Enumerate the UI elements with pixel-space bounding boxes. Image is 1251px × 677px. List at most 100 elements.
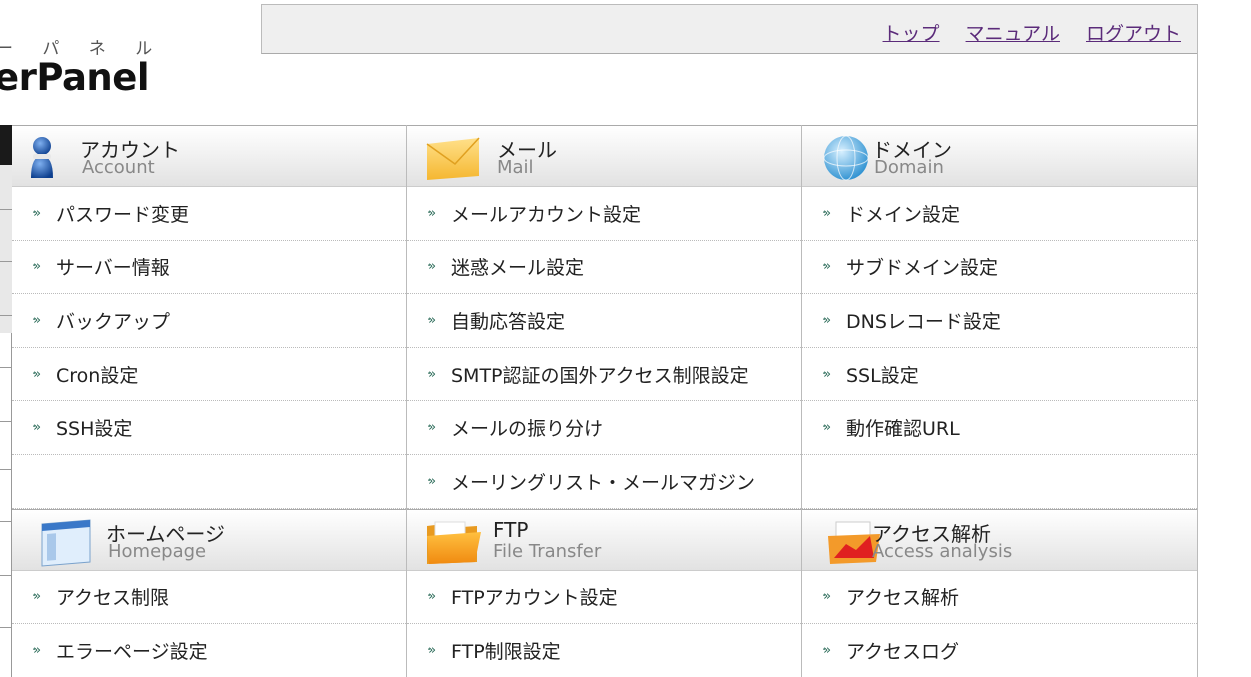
menu-item-label: 動作確認URL <box>846 418 960 441</box>
nav-logout-link[interactable]: ログアウト <box>1086 19 1181 46</box>
domain-globe-icon <box>823 135 869 181</box>
section-header-access-analysis: アクセス解析 Access analysis <box>802 508 1197 571</box>
sidebar-divider <box>0 421 12 422</box>
menu-item-label: Cron設定 <box>56 364 139 387</box>
sidebar-active-item[interactable] <box>0 125 12 165</box>
sidebar-divider <box>0 315 12 316</box>
menu-item-empty <box>802 455 1197 509</box>
mail-envelope-icon <box>426 137 480 180</box>
bullet-icon: ·» <box>32 420 41 436</box>
section-subtitle: Account <box>82 157 155 178</box>
account-person-icon <box>31 137 53 178</box>
bullet-icon: ·» <box>427 642 436 658</box>
menu-item-auto-reply[interactable]: ·» 自動応答設定 <box>407 294 801 348</box>
menu-item-subdomain[interactable]: ·» サブドメイン設定 <box>802 241 1197 295</box>
menu-item-ssl[interactable]: ·» SSL設定 <box>802 348 1197 402</box>
sidebar-divider <box>0 469 12 470</box>
header-border <box>1197 4 1198 126</box>
bullet-icon: ·» <box>822 312 831 328</box>
section-subtitle: File Transfer <box>493 540 602 562</box>
menu-item-label: サブドメイン設定 <box>846 257 999 280</box>
menu-item-mailing-list[interactable]: ·» メーリングリスト・メールマガジン <box>407 455 801 509</box>
section-subtitle: Access analysis <box>872 540 1013 562</box>
menu-item-password-change[interactable]: ·» パスワード変更 <box>12 187 406 241</box>
section-header-mail: メール Mail <box>407 125 801 187</box>
menu-item-smtp-restriction[interactable]: ·» SMTP認証の国外アクセス制限設定 <box>407 348 801 402</box>
bullet-icon: ·» <box>427 589 436 605</box>
section-header-domain: ドメイン Domain <box>802 125 1197 187</box>
menu-item-label: FTP制限設定 <box>451 640 561 663</box>
menu-item-empty <box>12 455 406 509</box>
menu-row: ホームページ Homepage ·»アクセス制限 ·»エラーページ設定 FT <box>12 508 1198 677</box>
sidebar-divider <box>0 209 12 210</box>
section-ftp: FTP File Transfer ·» FTPアカウント設定 ·» FTP制限設定 <box>407 508 802 677</box>
menu-item-spam[interactable]: ·» 迷惑メール設定 <box>407 241 801 295</box>
section-homepage: ホームページ Homepage ·» アクセス制限 ·» エラーページ設定 <box>12 508 407 677</box>
menu-item-server-info[interactable]: ·» サーバー情報 <box>12 241 406 295</box>
section-subtitle: Mail <box>497 157 534 178</box>
menu-item-access-analysis[interactable]: ·» アクセス解析 <box>802 571 1197 625</box>
top-nav: トップ マニュアル ログアウト <box>883 19 1181 46</box>
ftp-folder-icon <box>427 521 481 564</box>
sidebar-item[interactable] <box>0 165 12 333</box>
bullet-icon: ·» <box>822 259 831 275</box>
menu-item-mail-filter[interactable]: ·» メールの振り分け <box>407 401 801 455</box>
bullet-icon: ·» <box>32 366 41 382</box>
section-mail: メール Mail ·» メールアカウント設定 ·» 迷惑メール設定 ·» 自動応答設定… <box>407 125 802 509</box>
bullet-icon: ·» <box>822 205 831 221</box>
section-title: FTP <box>493 517 529 542</box>
menu-item-backup[interactable]: ·» バックアップ <box>12 294 406 348</box>
menu-item-access-log[interactable]: ·» アクセスログ <box>802 624 1197 677</box>
bullet-icon: ·» <box>822 420 831 436</box>
bullet-icon: ·» <box>427 473 436 489</box>
menu-item-label: パスワード変更 <box>56 203 190 226</box>
menu-item-label: エラーページ設定 <box>56 640 208 663</box>
menu-item-mail-account[interactable]: ·» メールアカウント設定 <box>407 187 801 241</box>
menu-item-label: バックアップ <box>56 310 171 333</box>
menu-item-label: SSH設定 <box>56 418 133 441</box>
menu-item-label: SSL設定 <box>846 364 919 387</box>
bullet-icon: ·» <box>427 259 436 275</box>
bullet-icon: ·» <box>427 312 436 328</box>
sidebar <box>0 125 12 677</box>
section-subtitle: Homepage <box>108 540 207 562</box>
menu-item-label: FTPアカウント設定 <box>451 587 618 610</box>
bullet-icon: ·» <box>427 420 436 436</box>
nav-manual-link[interactable]: マニュアル <box>966 19 1060 46</box>
section-domain: ドメイン Domain ·» ドメイン設定 ·» サブドメイン設定 ·» DNSレコー… <box>802 125 1198 509</box>
bullet-icon: ·» <box>32 589 41 605</box>
bullet-icon: ·» <box>32 312 41 328</box>
menu-item-domain-settings[interactable]: ·» ドメイン設定 <box>802 187 1197 241</box>
menu-item-ssh[interactable]: ·» SSH設定 <box>12 401 406 455</box>
menu-row: アカウント Account ·» パスワード変更 ·» サーバー情報 ·» バックアッ… <box>12 125 1198 509</box>
menu-item-ftp-restriction[interactable]: ·» FTP制限設定 <box>407 624 801 677</box>
menu-item-test-url[interactable]: ·» 動作確認URL <box>802 401 1197 455</box>
sidebar-divider <box>0 521 12 522</box>
bullet-icon: ·» <box>427 205 436 221</box>
menu-item-label: メーリングリスト・メールマガジン <box>451 471 756 494</box>
bullet-icon: ·» <box>32 642 41 658</box>
menu-item-label: メールアカウント設定 <box>451 203 642 226</box>
sidebar-divider <box>0 261 12 262</box>
menu-item-label: DNSレコード設定 <box>846 310 1001 333</box>
menu-item-label: ドメイン設定 <box>846 203 961 226</box>
menu-item-access-restriction[interactable]: ·» アクセス制限 <box>12 571 406 625</box>
menu-item-label: 自動応答設定 <box>451 310 566 333</box>
bullet-icon: ·» <box>822 366 831 382</box>
section-header-homepage: ホームページ Homepage <box>12 508 406 571</box>
section-header-account: アカウント Account <box>12 125 406 187</box>
bullet-icon: ·» <box>32 259 41 275</box>
sidebar-divider <box>0 627 12 628</box>
menu-item-label: アクセス解析 <box>846 587 960 610</box>
menu-item-dns-record[interactable]: ·» DNSレコード設定 <box>802 294 1197 348</box>
bullet-icon: ·» <box>822 589 831 605</box>
menu-item-ftp-account[interactable]: ·» FTPアカウント設定 <box>407 571 801 625</box>
header-bar: トップ マニュアル ログアウト <box>261 4 1198 54</box>
menu-item-label: SMTP認証の国外アクセス制限設定 <box>451 364 749 387</box>
menu-item-error-page[interactable]: ·» エラーページ設定 <box>12 624 406 677</box>
nav-top-link[interactable]: トップ <box>883 19 940 46</box>
section-header-ftp: FTP File Transfer <box>407 508 801 571</box>
sidebar-divider <box>0 367 12 368</box>
section-account: アカウント Account ·» パスワード変更 ·» サーバー情報 ·» バックアッ… <box>12 125 407 509</box>
menu-item-cron[interactable]: ·» Cron設定 <box>12 348 406 402</box>
